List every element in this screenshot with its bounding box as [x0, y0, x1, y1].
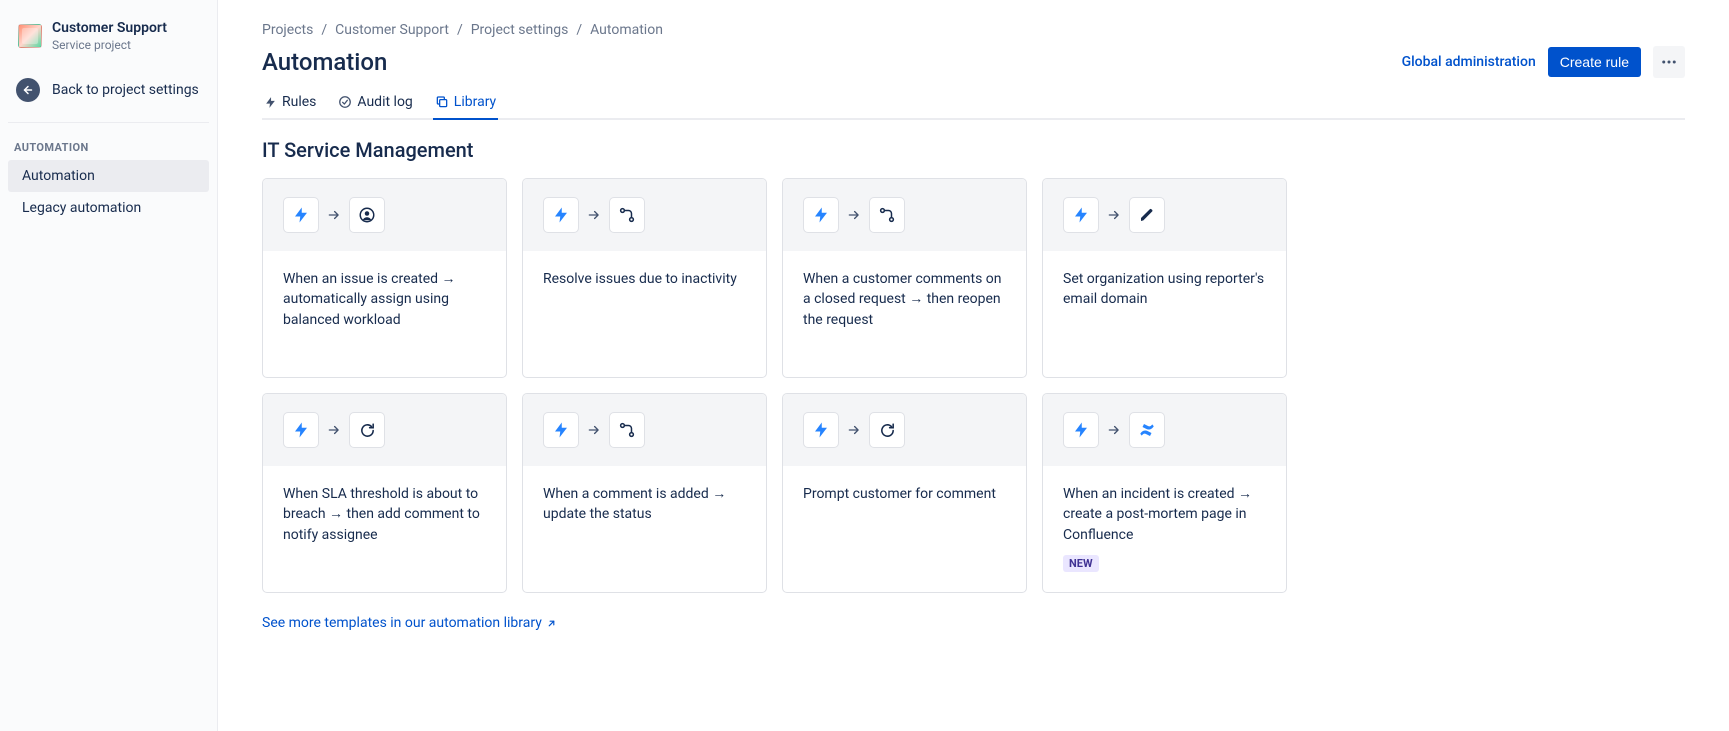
card-description: When a comment is added → update the sta… — [543, 484, 746, 525]
breadcrumb-sep: / — [576, 22, 582, 38]
tab-label: Rules — [282, 94, 316, 110]
bolt-icon — [283, 197, 319, 233]
branch-icon — [609, 412, 645, 448]
refresh-icon — [349, 412, 385, 448]
breadcrumb-sep: / — [457, 22, 463, 38]
check-circle-icon — [338, 95, 352, 109]
bolt-icon — [1063, 197, 1099, 233]
breadcrumb: Projects / Customer Support / Project se… — [262, 22, 1685, 38]
tabs: Rules Audit log Library — [262, 88, 1685, 120]
breadcrumb-item[interactable]: Customer Support — [335, 22, 449, 38]
main-content: Projects / Customer Support / Project se… — [218, 0, 1729, 731]
card-description: When an incident is created → create a p… — [1063, 484, 1266, 545]
card-icon-row — [783, 394, 1026, 466]
back-to-project-settings-link[interactable]: Back to project settings — [0, 70, 217, 110]
more-actions-button[interactable] — [1653, 46, 1685, 78]
pencil-icon — [1129, 197, 1165, 233]
global-administration-link[interactable]: Global administration — [1402, 54, 1536, 70]
bolt-icon — [803, 412, 839, 448]
breadcrumb-item[interactable]: Projects — [262, 22, 313, 38]
refresh-icon — [869, 412, 905, 448]
sidebar-item-legacy-automation[interactable]: Legacy automation — [8, 192, 209, 224]
project-name: Customer Support — [52, 20, 167, 36]
breadcrumb-item[interactable]: Project settings — [471, 22, 569, 38]
template-card[interactable]: When SLA threshold is about to breach → … — [262, 393, 507, 593]
copy-icon — [435, 95, 449, 109]
card-description: When SLA threshold is about to breach → … — [283, 484, 486, 545]
arrow-right-icon — [847, 423, 861, 437]
card-description: When an issue is created → automatically… — [283, 269, 486, 330]
card-description: Set organization using reporter's email … — [1063, 269, 1266, 310]
template-card[interactable]: Set organization using reporter's email … — [1042, 178, 1287, 378]
arrow-right-icon — [1107, 208, 1121, 222]
card-icon-row — [263, 179, 506, 251]
bolt-icon — [283, 412, 319, 448]
arrow-left-icon — [16, 78, 40, 102]
arrow-right-icon — [327, 208, 341, 222]
card-icon-row — [1043, 394, 1286, 466]
template-card[interactable]: When an issue is created → automatically… — [262, 178, 507, 378]
project-type: Service project — [52, 38, 167, 52]
sidebar-section-label: AUTOMATION — [0, 133, 217, 160]
card-icon-row — [1043, 179, 1286, 251]
page-header: Automation Global administration Create … — [262, 46, 1685, 78]
bolt-icon — [543, 412, 579, 448]
arrow-right-icon — [327, 423, 341, 437]
confluence-icon — [1129, 412, 1165, 448]
card-icon-row — [523, 394, 766, 466]
back-link-label: Back to project settings — [52, 82, 199, 98]
template-card[interactable]: When a comment is added → update the sta… — [522, 393, 767, 593]
bolt-icon — [264, 96, 277, 109]
breadcrumb-sep: / — [321, 22, 327, 38]
tab-library[interactable]: Library — [433, 88, 498, 120]
header-actions: Global administration Create rule — [1402, 46, 1685, 78]
person-circle-icon — [349, 197, 385, 233]
see-more-label: See more templates in our automation lib… — [262, 615, 542, 631]
see-more-templates-link[interactable]: See more templates in our automation lib… — [262, 615, 557, 631]
bolt-icon — [1063, 412, 1099, 448]
card-description: Resolve issues due to inactivity — [543, 269, 746, 289]
sidebar-item-label: Automation — [22, 168, 95, 184]
branch-icon — [869, 197, 905, 233]
card-icon-row — [783, 179, 1026, 251]
card-icon-row — [263, 394, 506, 466]
card-icon-row — [523, 179, 766, 251]
project-header: Customer Support Service project — [0, 20, 217, 70]
breadcrumb-item[interactable]: Automation — [590, 22, 663, 38]
tab-label: Audit log — [357, 94, 412, 110]
arrow-right-icon — [587, 208, 601, 222]
arrow-right-icon — [847, 208, 861, 222]
card-description: Prompt customer for comment — [803, 484, 1006, 504]
create-rule-button[interactable]: Create rule — [1548, 47, 1641, 77]
sidebar-item-automation[interactable]: Automation — [8, 160, 209, 192]
bolt-icon — [803, 197, 839, 233]
external-link-icon — [546, 618, 557, 629]
tab-label: Library — [454, 94, 496, 110]
arrow-right-icon — [1107, 423, 1121, 437]
new-badge: NEW — [1063, 555, 1099, 572]
sidebar-item-label: Legacy automation — [22, 200, 141, 216]
divider — [8, 122, 209, 123]
sidebar: Customer Support Service project Back to… — [0, 0, 218, 731]
template-card[interactable]: When an incident is created → create a p… — [1042, 393, 1287, 593]
tab-audit-log[interactable]: Audit log — [336, 88, 414, 120]
template-card[interactable]: When a customer comments on a closed req… — [782, 178, 1027, 378]
arrow-right-icon — [587, 423, 601, 437]
more-horizontal-icon — [1660, 53, 1678, 71]
tab-rules[interactable]: Rules — [262, 88, 318, 120]
template-card[interactable]: Prompt customer for comment — [782, 393, 1027, 593]
template-card[interactable]: Resolve issues due to inactivity — [522, 178, 767, 378]
branch-icon — [609, 197, 645, 233]
card-description: When a customer comments on a closed req… — [803, 269, 1006, 330]
bolt-icon — [543, 197, 579, 233]
template-card-grid: When an issue is created → automatically… — [262, 178, 1685, 593]
page-title: Automation — [262, 48, 387, 76]
section-title: IT Service Management — [262, 138, 1685, 162]
project-avatar-icon — [18, 24, 42, 48]
